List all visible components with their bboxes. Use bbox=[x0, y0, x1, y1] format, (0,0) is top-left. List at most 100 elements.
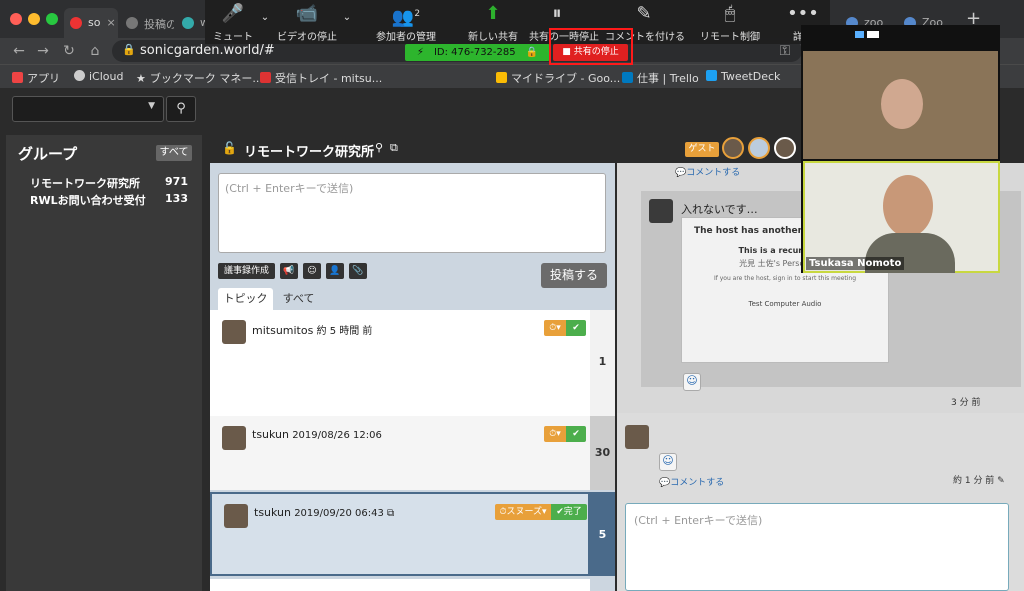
tab-topic[interactable]: トピック bbox=[218, 288, 273, 310]
snooze-button[interactable]: ⏱▾ bbox=[544, 320, 566, 336]
back-icon[interactable]: ← bbox=[10, 42, 28, 60]
more-dots-icon: ••• bbox=[787, 3, 819, 24]
done-button[interactable]: ✔ bbox=[566, 320, 586, 336]
bookmark-icloud[interactable]: iCloud bbox=[74, 70, 123, 83]
copy-icon[interactable]: ⧉ bbox=[387, 508, 394, 519]
tab-post[interactable]: 投稿の bbox=[120, 8, 174, 38]
avatar bbox=[625, 425, 649, 449]
page-title: リモートワーク研究所 bbox=[244, 145, 375, 160]
post-textarea[interactable]: (Ctrl + Enterキーで送信) bbox=[218, 173, 606, 253]
reload-icon[interactable]: ↻ bbox=[60, 42, 78, 60]
avatar[interactable] bbox=[748, 137, 770, 159]
manage-participants-button[interactable]: 👥2 参加者の管理 bbox=[375, 4, 437, 44]
favicon-icon bbox=[182, 17, 194, 29]
person-icon[interactable]: 👤 bbox=[326, 263, 344, 279]
list-item[interactable] bbox=[210, 579, 590, 591]
meeting-id-badge[interactable]: ⚡ ID: 476-732-285 🔒 bbox=[405, 44, 550, 61]
snooze-button[interactable]: ⏱スヌーズ▾ bbox=[495, 504, 551, 520]
comment-link[interactable]: 💬コメントする bbox=[659, 475, 724, 488]
drive-icon bbox=[496, 72, 507, 83]
attach-icon[interactable]: 📎 bbox=[349, 263, 367, 279]
group-sidebar: グループ すべて リモートワーク研究所 971 RWLお問い合わせ受付 133 bbox=[6, 135, 202, 591]
close-tab-icon[interactable]: × bbox=[106, 16, 115, 29]
emoji-icon[interactable]: ☺ bbox=[683, 373, 701, 391]
bookmark-trello[interactable]: 仕事 | Trello bbox=[622, 70, 699, 86]
new-share-button[interactable]: ⬆ 新しい共有 bbox=[465, 3, 521, 44]
gallery-view-icon[interactable] bbox=[855, 31, 864, 38]
tweetdeck-icon bbox=[706, 70, 717, 81]
sidebar-item-rwl-inquiries[interactable]: RWLお問い合わせ受付 bbox=[30, 192, 146, 208]
snooze-button[interactable]: ⏱▾ bbox=[544, 426, 566, 442]
avatar[interactable] bbox=[774, 137, 796, 159]
chevron-down-icon[interactable]: ⌄ bbox=[337, 12, 357, 23]
participant-name: Tsukasa Nomoto bbox=[806, 257, 905, 270]
mute-button[interactable]: 🎤 ミュート bbox=[211, 4, 255, 44]
tab-all[interactable]: すべて bbox=[276, 288, 321, 310]
favicon-icon bbox=[70, 17, 82, 29]
zoom-video-panel: Tsukasa Nomoto bbox=[801, 25, 1000, 273]
remote-control-button[interactable]: 🖱 リモート制御 bbox=[697, 4, 763, 44]
screenshot-line: If you are the host, sign in to start th… bbox=[713, 275, 857, 282]
forward-icon[interactable]: → bbox=[34, 42, 52, 60]
search-button[interactable]: ⚲ bbox=[166, 96, 196, 122]
home-icon[interactable]: ⌂ bbox=[86, 42, 104, 60]
participant-face bbox=[881, 79, 923, 129]
group-count: 133 bbox=[165, 192, 188, 205]
participant-face bbox=[883, 175, 933, 237]
close-window-icon[interactable] bbox=[10, 13, 22, 25]
emoji-icon[interactable]: ☺ bbox=[659, 453, 677, 471]
post-button[interactable]: 投稿する bbox=[541, 263, 607, 288]
all-groups-button[interactable]: すべて bbox=[156, 145, 192, 161]
stop-video-button[interactable]: 📹 ビデオの停止 bbox=[277, 4, 337, 44]
search-icon[interactable]: ⚲ bbox=[375, 141, 383, 154]
avatar[interactable] bbox=[722, 137, 744, 159]
share-up-arrow-icon: ⬆ bbox=[485, 3, 501, 24]
participants-icon: 👥2 bbox=[391, 7, 421, 28]
maximize-window-icon[interactable] bbox=[46, 13, 58, 25]
sidebar-item-remote-work-lab[interactable]: リモートワーク研究所 bbox=[30, 175, 140, 191]
bookmark-tweetdeck[interactable]: TweetDeck bbox=[706, 70, 780, 83]
done-button[interactable]: ✔ bbox=[566, 426, 586, 442]
copy-icon[interactable]: ⧉ bbox=[390, 141, 398, 155]
group-count: 971 bbox=[165, 175, 188, 188]
trello-icon bbox=[622, 72, 633, 83]
minimize-window-icon[interactable] bbox=[28, 13, 40, 25]
lock-icon: 🔒 bbox=[122, 43, 136, 56]
screenshot-button: Test Computer Audio bbox=[748, 300, 822, 308]
megaphone-icon[interactable]: 📢 bbox=[280, 263, 298, 279]
bookmark-drive[interactable]: マイドライブ - Goo... bbox=[496, 70, 620, 86]
username: tsukun bbox=[252, 428, 289, 441]
username: tsukun bbox=[254, 506, 291, 519]
speaker-view-icon[interactable] bbox=[867, 31, 879, 38]
avatar bbox=[222, 426, 246, 450]
video-tile-1[interactable] bbox=[803, 51, 998, 159]
tab-w[interactable]: w bbox=[176, 8, 206, 38]
search-icon: ⚲ bbox=[176, 101, 186, 116]
pencil-icon: ✎ bbox=[636, 3, 652, 24]
reply-textarea[interactable]: (Ctrl + Enterキーで送信) bbox=[625, 503, 1009, 591]
bookmark-manager[interactable]: ★ ブックマーク マネー... bbox=[136, 70, 263, 86]
chevron-down-icon[interactable]: ⌄ bbox=[255, 12, 275, 23]
list-item[interactable]: mitsumitos 約 5 時間 前 ⏱▾ ✔ bbox=[210, 310, 590, 416]
sidebar-title: グループ bbox=[18, 145, 78, 163]
search-input[interactable]: ▼ bbox=[12, 96, 164, 122]
list-item[interactable]: tsukun 2019/08/26 12:06 ⏱▾ ✔ bbox=[210, 416, 590, 490]
dropdown-icon[interactable]: ▼ bbox=[148, 101, 155, 111]
minutes-button[interactable]: 議事録作成 bbox=[218, 263, 275, 279]
bookmark-apps[interactable]: アプリ bbox=[12, 70, 60, 86]
highlight-box bbox=[549, 28, 633, 65]
comment-link[interactable]: 💬コメントする bbox=[675, 165, 740, 178]
bookmark-inbox[interactable]: 受信トレイ - mitsu... bbox=[260, 70, 382, 86]
done-button[interactable]: ✔完了 bbox=[551, 504, 587, 520]
message-text: 入れないです… bbox=[681, 203, 758, 216]
star-icon: ★ bbox=[136, 72, 146, 85]
reply-count: 1 bbox=[590, 310, 615, 416]
emoji-icon[interactable]: ☺ bbox=[303, 263, 321, 279]
lock-icon: 🔒 bbox=[525, 47, 539, 58]
username: mitsumitos bbox=[252, 324, 314, 337]
key-icon[interactable]: ⚿ bbox=[776, 42, 794, 60]
list-item-selected[interactable]: tsukun 2019/09/20 06:43 ⧉ ⏱スヌーズ▾ ✔完了 bbox=[210, 492, 590, 576]
timestamp: 約 1 分 前 ✎ bbox=[953, 476, 1005, 486]
tab-sonicgarden[interactable]: so × bbox=[64, 8, 118, 38]
unlock-icon[interactable]: 🔓 bbox=[222, 141, 237, 155]
